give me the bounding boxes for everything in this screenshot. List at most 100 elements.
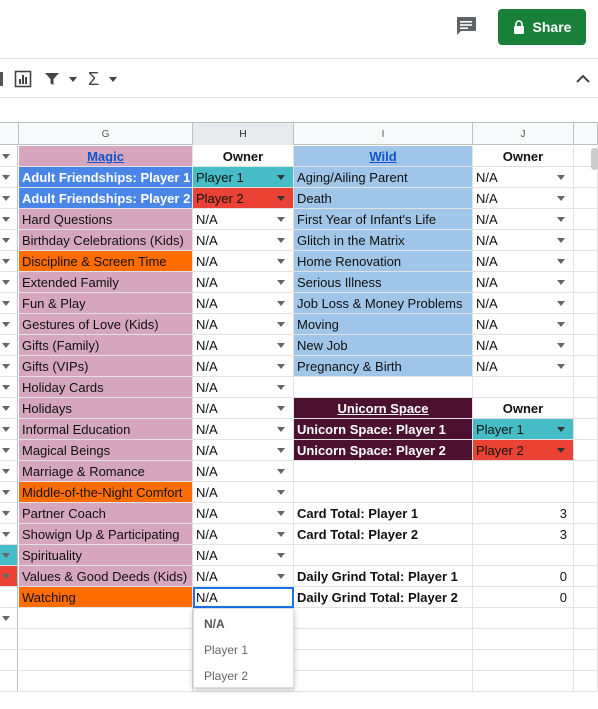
- cell-k[interactable]: [574, 419, 598, 440]
- cell-j[interactable]: [473, 545, 574, 566]
- cell-h[interactable]: N/A: [193, 524, 294, 545]
- cell-j[interactable]: N/A: [473, 356, 574, 377]
- cell-k[interactable]: [574, 356, 598, 377]
- cell-h[interactable]: N/A: [193, 587, 294, 608]
- cell-k[interactable]: [574, 251, 598, 272]
- cell-h[interactable]: N/A: [193, 482, 294, 503]
- cell-i[interactable]: [294, 482, 473, 503]
- gutter-cell[interactable]: [0, 188, 18, 209]
- column-header-j[interactable]: J: [473, 123, 574, 145]
- cell-i[interactable]: Glitch in the Matrix: [294, 230, 473, 251]
- cell-empty[interactable]: [473, 629, 574, 650]
- chevron-down-icon[interactable]: [277, 364, 285, 369]
- column-header-h[interactable]: H: [193, 123, 294, 145]
- cell-i[interactable]: Pregnancy & Birth: [294, 356, 473, 377]
- chevron-down-icon[interactable]: [277, 427, 285, 432]
- cell-i[interactable]: Home Renovation: [294, 251, 473, 272]
- gutter-cell[interactable]: [0, 671, 18, 692]
- cell-i[interactable]: Moving: [294, 314, 473, 335]
- chevron-down-icon[interactable]: [277, 553, 285, 558]
- cell-g[interactable]: Holiday Cards: [19, 377, 193, 398]
- cell-k[interactable]: [574, 482, 598, 503]
- cell-i[interactable]: Serious Illness: [294, 272, 473, 293]
- column-header-g[interactable]: G: [19, 123, 193, 145]
- gutter-cell[interactable]: [0, 545, 18, 566]
- column-header-i[interactable]: I: [294, 123, 473, 145]
- cell-j[interactable]: [473, 482, 574, 503]
- functions-dropdown-icon[interactable]: [108, 69, 118, 89]
- gutter-cell[interactable]: [0, 335, 18, 356]
- cell-j[interactable]: N/A: [473, 293, 574, 314]
- cell-g[interactable]: Magic: [19, 146, 193, 167]
- chevron-down-icon[interactable]: [2, 217, 10, 222]
- cell-h[interactable]: N/A: [193, 251, 294, 272]
- share-button[interactable]: Share: [498, 9, 586, 45]
- cell-k[interactable]: [574, 524, 598, 545]
- cell-k[interactable]: [574, 272, 598, 293]
- cell-empty[interactable]: [294, 608, 473, 629]
- cell-g[interactable]: Informal Education: [19, 419, 193, 440]
- chevron-down-icon[interactable]: [557, 364, 565, 369]
- gutter-cell[interactable]: [0, 503, 18, 524]
- chevron-down-icon[interactable]: [277, 469, 285, 474]
- chevron-down-icon[interactable]: [277, 574, 285, 579]
- cell-j[interactable]: Owner: [473, 398, 574, 419]
- cell-j[interactable]: [473, 377, 574, 398]
- cell-k[interactable]: [574, 209, 598, 230]
- chevron-down-icon[interactable]: [557, 196, 565, 201]
- cell-j[interactable]: Player 1: [473, 419, 574, 440]
- cell-h[interactable]: N/A: [193, 272, 294, 293]
- chevron-down-icon[interactable]: [277, 322, 285, 327]
- chevron-down-icon[interactable]: [2, 553, 10, 558]
- gutter-cell[interactable]: [0, 230, 18, 251]
- cell-k[interactable]: [574, 566, 598, 587]
- cell-j[interactable]: N/A: [473, 209, 574, 230]
- chevron-down-icon[interactable]: [2, 301, 10, 306]
- gutter-cell[interactable]: [0, 146, 18, 167]
- gutter-cell[interactable]: [0, 608, 18, 629]
- cell-h[interactable]: N/A: [193, 314, 294, 335]
- cell-h[interactable]: N/A: [193, 335, 294, 356]
- cell-k[interactable]: [574, 671, 598, 692]
- chevron-down-icon[interactable]: [2, 427, 10, 432]
- cell-g[interactable]: Partner Coach: [19, 503, 193, 524]
- gutter-cell[interactable]: [0, 566, 18, 587]
- cell-g[interactable]: Adult Friendships: Player 1: [19, 167, 193, 188]
- cell-g[interactable]: Holidays: [19, 398, 193, 419]
- chevron-down-icon[interactable]: [277, 406, 285, 411]
- cell-g[interactable]: Gifts (Family): [19, 335, 193, 356]
- chevron-down-icon[interactable]: [277, 238, 285, 243]
- cell-g[interactable]: Showign Up & Participating: [19, 524, 193, 545]
- cell-h[interactable]: N/A: [193, 419, 294, 440]
- gutter-cell[interactable]: [0, 251, 18, 272]
- gutter-cell[interactable]: [0, 461, 18, 482]
- chevron-down-icon[interactable]: [557, 448, 565, 453]
- chevron-down-icon[interactable]: [2, 490, 10, 495]
- cell-g[interactable]: Gestures of Love (Kids): [19, 314, 193, 335]
- column-header-prev[interactable]: [0, 123, 19, 145]
- cell-g[interactable]: Birthday Celebrations (Kids): [19, 230, 193, 251]
- chevron-down-icon[interactable]: [2, 574, 10, 579]
- chevron-down-icon[interactable]: [277, 490, 285, 495]
- chevron-down-icon[interactable]: [2, 196, 10, 201]
- cell-h[interactable]: N/A: [193, 461, 294, 482]
- chevron-down-icon[interactable]: [277, 196, 285, 201]
- cell-k[interactable]: [574, 335, 598, 356]
- cell-j[interactable]: 0: [473, 566, 574, 587]
- cell-g[interactable]: Spirituality: [19, 545, 193, 566]
- gutter-cell[interactable]: [0, 209, 18, 230]
- chevron-down-icon[interactable]: [557, 280, 565, 285]
- chevron-down-icon[interactable]: [557, 259, 565, 264]
- cell-i[interactable]: Daily Grind Total: Player 1: [294, 566, 473, 587]
- cell-k[interactable]: [574, 230, 598, 251]
- dropdown-option[interactable]: Player 1: [194, 637, 293, 663]
- cell-k[interactable]: [574, 188, 598, 209]
- filter-dropdown-icon[interactable]: [68, 69, 78, 89]
- gutter-cell[interactable]: [0, 398, 18, 419]
- cell-k[interactable]: [574, 608, 598, 629]
- cell-i[interactable]: Daily Grind Total: Player 2: [294, 587, 473, 608]
- cell-j[interactable]: N/A: [473, 230, 574, 251]
- cell-i[interactable]: New Job: [294, 335, 473, 356]
- gutter-cell[interactable]: [0, 440, 18, 461]
- cell-g[interactable]: Middle-of-the-Night Comfort: [19, 482, 193, 503]
